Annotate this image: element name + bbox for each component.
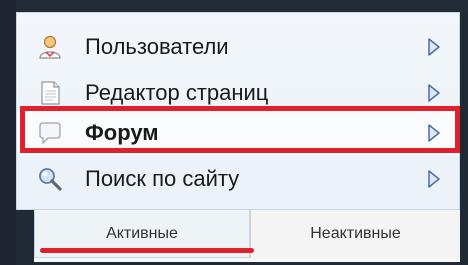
user-icon: [37, 34, 63, 60]
screenshot-stage: Пользователи Редактор страниц Форум Поис…: [0, 0, 468, 265]
menu-item-label: Редактор страниц: [85, 80, 269, 105]
chevron-right-icon: [427, 122, 441, 144]
chevron-right-icon: [427, 36, 441, 58]
page-icon: [37, 80, 63, 106]
active-tab-underline: [40, 248, 254, 253]
menu-item-label: Поиск по сайту: [85, 166, 240, 191]
status-tabs: Активные Неактивные: [34, 210, 460, 262]
tab-inactive[interactable]: Неактивные: [250, 210, 460, 258]
menu-item-users[interactable]: Пользователи: [17, 24, 459, 70]
chevron-right-icon: [427, 168, 441, 190]
admin-menu-panel: Пользователи Редактор страниц Форум Поис…: [16, 12, 460, 210]
top-dark-strip: [0, 0, 468, 12]
menu-item-forum[interactable]: Форум: [17, 110, 459, 156]
forum-bubble-icon: [37, 120, 63, 146]
search-icon: [37, 166, 63, 192]
left-dark-strip: [0, 0, 16, 265]
chevron-right-icon: [427, 82, 441, 104]
menu-item-label: Пользователи: [85, 34, 229, 59]
menu-item-site-search[interactable]: Поиск по сайту: [17, 156, 459, 202]
menu-item-label: Форум: [85, 120, 159, 145]
